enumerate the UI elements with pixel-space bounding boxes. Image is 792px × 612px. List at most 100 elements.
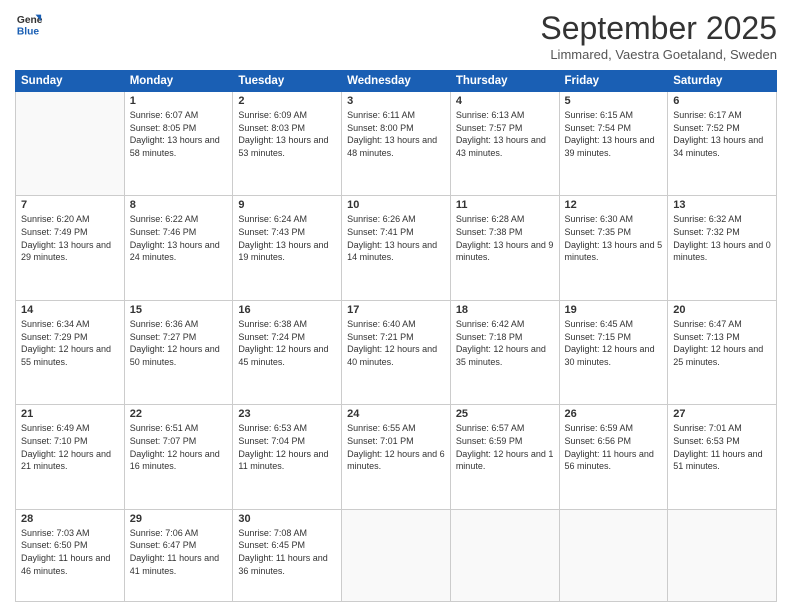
day-info: Sunrise: 6:15 AM Sunset: 7:54 PM Dayligh… bbox=[565, 109, 663, 159]
day-info: Sunrise: 6:32 AM Sunset: 7:32 PM Dayligh… bbox=[673, 213, 771, 263]
calendar-week-row: 28Sunrise: 7:03 AM Sunset: 6:50 PM Dayli… bbox=[16, 509, 777, 601]
title-block: September 2025 Limmared, Vaestra Goetala… bbox=[540, 10, 777, 62]
day-info: Sunrise: 6:17 AM Sunset: 7:52 PM Dayligh… bbox=[673, 109, 771, 159]
day-info: Sunrise: 6:24 AM Sunset: 7:43 PM Dayligh… bbox=[238, 213, 336, 263]
day-number: 6 bbox=[673, 95, 771, 107]
calendar-cell: 10Sunrise: 6:26 AM Sunset: 7:41 PM Dayli… bbox=[342, 196, 451, 300]
day-info: Sunrise: 6:34 AM Sunset: 7:29 PM Dayligh… bbox=[21, 318, 119, 368]
calendar-cell: 25 Sunrise: 6:57 AM Sunset: 6:59 PM Dayli… bbox=[450, 405, 559, 509]
day-number: 7 bbox=[21, 199, 119, 211]
calendar-cell bbox=[342, 509, 451, 601]
col-wednesday: Wednesday bbox=[342, 71, 451, 92]
day-number: 30 bbox=[238, 513, 336, 525]
calendar-week-row: 1 Sunrise: 6:07 AM Sunset: 8:05 PM Daylig… bbox=[16, 92, 777, 196]
day-info: Sunrise: 6:53 AM Sunset: 7:04 PM Dayligh… bbox=[238, 422, 336, 472]
header: General Blue September 2025 Limmared, Va… bbox=[15, 10, 777, 62]
day-number: 18 bbox=[456, 304, 554, 316]
day-info: Sunrise: 6:30 AM Sunset: 7:35 PM Dayligh… bbox=[565, 213, 663, 263]
calendar-cell: 7 Sunrise: 6:20 AM Sunset: 7:49 PM Daylig… bbox=[16, 196, 125, 300]
day-number: 14 bbox=[21, 304, 119, 316]
day-number: 28 bbox=[21, 513, 119, 525]
calendar-cell: 23 Sunrise: 6:53 AM Sunset: 7:04 PM Dayli… bbox=[233, 405, 342, 509]
month-title: September 2025 bbox=[540, 10, 777, 47]
day-info: Sunrise: 6:51 AM Sunset: 7:07 PM Dayligh… bbox=[130, 422, 228, 472]
svg-text:Blue: Blue bbox=[17, 26, 40, 37]
day-info: Sunrise: 6:57 AM Sunset: 6:59 PM Dayligh… bbox=[456, 422, 554, 472]
calendar-cell: 4 Sunrise: 6:13 AM Sunset: 7:57 PM Daylig… bbox=[450, 92, 559, 196]
day-info: Sunrise: 6:09 AM Sunset: 8:03 PM Dayligh… bbox=[238, 109, 336, 159]
day-number: 22 bbox=[130, 408, 228, 420]
day-info: Sunrise: 6:07 AM Sunset: 8:05 PM Dayligh… bbox=[130, 109, 228, 159]
col-friday: Friday bbox=[559, 71, 668, 92]
day-info: Sunrise: 6:42 AM Sunset: 7:18 PM Dayligh… bbox=[456, 318, 554, 368]
day-info: Sunrise: 7:08 AM Sunset: 6:45 PM Dayligh… bbox=[238, 527, 336, 577]
day-info: Sunrise: 6:20 AM Sunset: 7:49 PM Dayligh… bbox=[21, 213, 119, 263]
calendar-cell bbox=[559, 509, 668, 601]
calendar-cell: 9 Sunrise: 6:24 AM Sunset: 7:43 PM Daylig… bbox=[233, 196, 342, 300]
day-number: 10 bbox=[347, 199, 445, 211]
day-info: Sunrise: 6:11 AM Sunset: 8:00 PM Dayligh… bbox=[347, 109, 445, 159]
day-info: Sunrise: 6:40 AM Sunset: 7:21 PM Dayligh… bbox=[347, 318, 445, 368]
day-number: 5 bbox=[565, 95, 663, 107]
day-number: 2 bbox=[238, 95, 336, 107]
calendar-cell bbox=[668, 509, 777, 601]
logo-icon: General Blue bbox=[15, 10, 43, 38]
col-thursday: Thursday bbox=[450, 71, 559, 92]
calendar-cell: 18 Sunrise: 6:42 AM Sunset: 7:18 PM Dayli… bbox=[450, 300, 559, 404]
day-number: 8 bbox=[130, 199, 228, 211]
day-info: Sunrise: 6:36 AM Sunset: 7:27 PM Dayligh… bbox=[130, 318, 228, 368]
calendar-cell: 5 Sunrise: 6:15 AM Sunset: 7:54 PM Daylig… bbox=[559, 92, 668, 196]
calendar-cell: 28Sunrise: 7:03 AM Sunset: 6:50 PM Dayli… bbox=[16, 509, 125, 601]
day-number: 19 bbox=[565, 304, 663, 316]
calendar-header-row: Sunday Monday Tuesday Wednesday Thursday… bbox=[16, 71, 777, 92]
page: General Blue September 2025 Limmared, Va… bbox=[0, 0, 792, 612]
calendar-cell: 22 Sunrise: 6:51 AM Sunset: 7:07 PM Dayli… bbox=[124, 405, 233, 509]
calendar-cell: 11 Sunrise: 6:28 AM Sunset: 7:38 PM Dayli… bbox=[450, 196, 559, 300]
day-number: 1 bbox=[130, 95, 228, 107]
day-number: 9 bbox=[238, 199, 336, 211]
day-info: Sunrise: 6:49 AM Sunset: 7:10 PM Dayligh… bbox=[21, 422, 119, 472]
day-number: 24 bbox=[347, 408, 445, 420]
calendar-cell: 14 Sunrise: 6:34 AM Sunset: 7:29 PM Dayli… bbox=[16, 300, 125, 404]
col-sunday: Sunday bbox=[16, 71, 125, 92]
calendar-cell: 2 Sunrise: 6:09 AM Sunset: 8:03 PM Daylig… bbox=[233, 92, 342, 196]
calendar-cell: 16 Sunrise: 6:38 AM Sunset: 7:24 PM Dayli… bbox=[233, 300, 342, 404]
day-number: 3 bbox=[347, 95, 445, 107]
day-info: Sunrise: 6:22 AM Sunset: 7:46 PM Dayligh… bbox=[130, 213, 228, 263]
day-number: 17 bbox=[347, 304, 445, 316]
day-number: 4 bbox=[456, 95, 554, 107]
calendar-cell: 27Sunrise: 7:01 AM Sunset: 6:53 PM Dayli… bbox=[668, 405, 777, 509]
calendar-cell: 29Sunrise: 7:06 AM Sunset: 6:47 PM Dayli… bbox=[124, 509, 233, 601]
day-number: 23 bbox=[238, 408, 336, 420]
calendar-cell: 8 Sunrise: 6:22 AM Sunset: 7:46 PM Daylig… bbox=[124, 196, 233, 300]
day-number: 13 bbox=[673, 199, 771, 211]
day-number: 21 bbox=[21, 408, 119, 420]
calendar-week-row: 21 Sunrise: 6:49 AM Sunset: 7:10 PM Dayli… bbox=[16, 405, 777, 509]
location: Limmared, Vaestra Goetaland, Sweden bbox=[540, 47, 777, 62]
calendar-cell bbox=[16, 92, 125, 196]
day-info: Sunrise: 6:28 AM Sunset: 7:38 PM Dayligh… bbox=[456, 213, 554, 263]
calendar-week-row: 7 Sunrise: 6:20 AM Sunset: 7:49 PM Daylig… bbox=[16, 196, 777, 300]
day-number: 11 bbox=[456, 199, 554, 211]
calendar-cell: 20Sunrise: 6:47 AM Sunset: 7:13 PM Dayli… bbox=[668, 300, 777, 404]
col-tuesday: Tuesday bbox=[233, 71, 342, 92]
day-number: 27 bbox=[673, 408, 771, 420]
day-number: 26 bbox=[565, 408, 663, 420]
calendar-cell: 6 Sunrise: 6:17 AM Sunset: 7:52 PM Daylig… bbox=[668, 92, 777, 196]
day-info: Sunrise: 6:55 AM Sunset: 7:01 PM Dayligh… bbox=[347, 422, 445, 472]
calendar-cell: 19 Sunrise: 6:45 AM Sunset: 7:15 PM Dayli… bbox=[559, 300, 668, 404]
day-number: 16 bbox=[238, 304, 336, 316]
calendar-cell: 21 Sunrise: 6:49 AM Sunset: 7:10 PM Dayli… bbox=[16, 405, 125, 509]
day-info: Sunrise: 7:06 AM Sunset: 6:47 PM Dayligh… bbox=[130, 527, 228, 577]
day-info: Sunrise: 6:13 AM Sunset: 7:57 PM Dayligh… bbox=[456, 109, 554, 159]
day-info: Sunrise: 6:38 AM Sunset: 7:24 PM Dayligh… bbox=[238, 318, 336, 368]
day-info: Sunrise: 6:45 AM Sunset: 7:15 PM Dayligh… bbox=[565, 318, 663, 368]
calendar-week-row: 14 Sunrise: 6:34 AM Sunset: 7:29 PM Dayli… bbox=[16, 300, 777, 404]
calendar-cell: 26Sunrise: 6:59 AM Sunset: 6:56 PM Dayli… bbox=[559, 405, 668, 509]
calendar-cell: 1 Sunrise: 6:07 AM Sunset: 8:05 PM Daylig… bbox=[124, 92, 233, 196]
calendar-cell: 30 Sunrise: 7:08 AM Sunset: 6:45 PM Dayli… bbox=[233, 509, 342, 601]
calendar-cell: 3 Sunrise: 6:11 AM Sunset: 8:00 PM Daylig… bbox=[342, 92, 451, 196]
calendar-table: Sunday Monday Tuesday Wednesday Thursday… bbox=[15, 70, 777, 602]
day-number: 25 bbox=[456, 408, 554, 420]
calendar-cell: 12Sunrise: 6:30 AM Sunset: 7:35 PM Dayli… bbox=[559, 196, 668, 300]
